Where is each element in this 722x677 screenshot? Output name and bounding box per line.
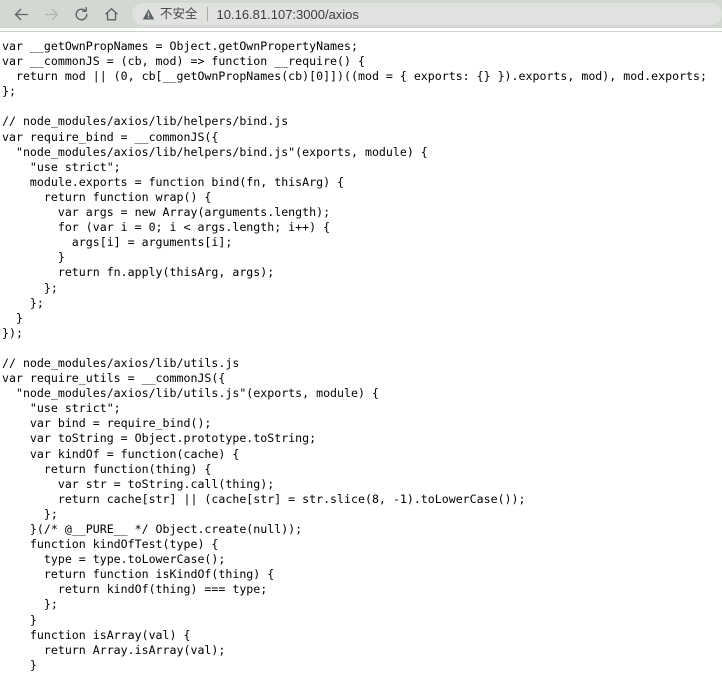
arrow-left-icon	[14, 8, 28, 20]
toolbar-separator	[0, 28, 722, 29]
warning-triangle-icon	[142, 8, 155, 21]
omnibox-divider	[206, 7, 208, 21]
address-bar[interactable]: 不安全 10.16.81.107:3000/axios	[132, 3, 722, 25]
home-button[interactable]	[96, 0, 126, 28]
back-button[interactable]	[6, 0, 36, 28]
forward-button[interactable]	[36, 0, 66, 28]
browser-toolbar: 不安全 10.16.81.107:3000/axios	[0, 0, 722, 28]
reload-button[interactable]	[66, 0, 96, 28]
security-status[interactable]: 不安全	[142, 8, 198, 21]
arrow-right-icon	[44, 8, 58, 20]
url-text[interactable]: 10.16.81.107:3000/axios	[217, 8, 359, 21]
page-content: var __getOwnPropNames = Object.getOwnPro…	[0, 32, 722, 677]
security-label: 不安全	[160, 6, 198, 21]
source-code-text: var __getOwnPropNames = Object.getOwnPro…	[2, 39, 707, 672]
reload-icon	[75, 6, 87, 20]
home-icon	[104, 7, 118, 20]
